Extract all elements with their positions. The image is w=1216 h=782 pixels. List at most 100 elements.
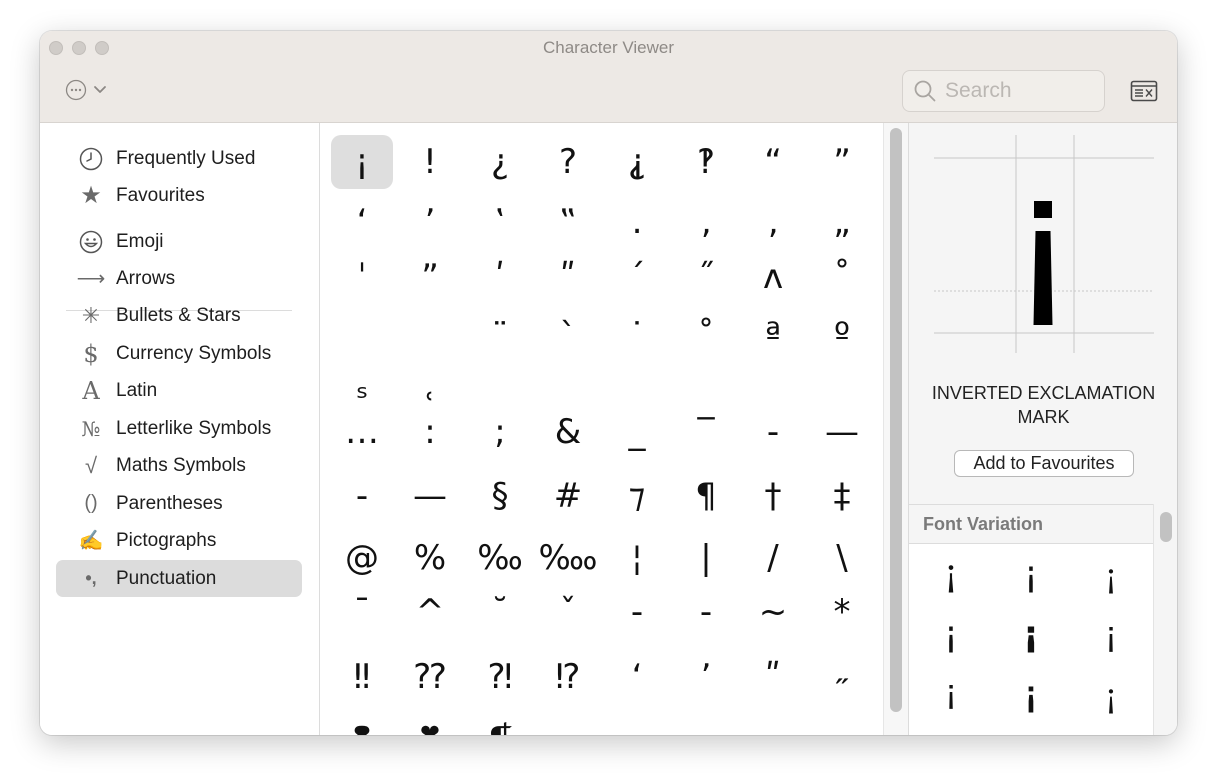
character-cell[interactable]: - — [675, 585, 737, 639]
character-cell[interactable]: ’ — [399, 195, 461, 249]
font-variation-cell[interactable]: ¡ — [1071, 664, 1151, 724]
character-cell[interactable]: - — [742, 405, 804, 459]
character-cell[interactable]: ⁊ — [606, 469, 668, 523]
sidebar-item-currency-symbols[interactable]: $ Currency Symbols — [56, 335, 302, 372]
character-cell[interactable]: ¨ — [469, 309, 531, 363]
character-cell[interactable]: ª — [742, 309, 804, 363]
character-cell[interactable]: ❡ — [469, 713, 531, 735]
character-cell[interactable]: ˝ — [675, 250, 737, 304]
character-cell[interactable]: ‡ — [811, 469, 873, 523]
character-cell[interactable]: # — [537, 469, 599, 523]
character-cell[interactable]: ˇ — [537, 585, 599, 639]
character-cell[interactable]: * — [811, 585, 873, 639]
character-cell[interactable]: “ — [742, 135, 804, 189]
character-cell[interactable]: ʺ — [742, 650, 804, 704]
character-cell[interactable]: ⁈ — [469, 650, 531, 704]
character-cell[interactable]: _ — [606, 405, 668, 459]
character-cell[interactable]: @ — [331, 531, 393, 585]
character-cell[interactable]: † — [742, 469, 804, 523]
character-cell[interactable]: ʹ — [469, 250, 531, 304]
action-menu-button[interactable] — [65, 79, 107, 101]
character-cell[interactable]: ˮ — [399, 250, 461, 304]
font-variation-cell[interactable]: ¡ — [1071, 604, 1151, 664]
search-input[interactable] — [945, 79, 1095, 103]
character-cell[interactable]: … — [331, 405, 393, 459]
character-cell[interactable]: ‛ — [469, 195, 531, 249]
character-cell[interactable]: º — [811, 309, 873, 363]
character-cell[interactable]: ❢ — [331, 713, 393, 735]
font-variation-cell[interactable]: ¡ — [1071, 544, 1151, 604]
font-variation-scrollbar[interactable] — [1153, 504, 1177, 735]
sidebar-item-arrows[interactable]: ⟶ Arrows — [56, 260, 302, 297]
character-cell[interactable]: ¡ — [331, 135, 393, 189]
font-variation-cell[interactable]: ¡ — [911, 604, 991, 664]
font-variation-scroll-thumb[interactable] — [1160, 512, 1172, 542]
sidebar-item-frequently-used[interactable]: Frequently Used — [56, 140, 302, 177]
character-cell[interactable]: — — [811, 405, 873, 459]
character-cell[interactable]: | — [675, 531, 737, 585]
font-variation-cell[interactable]: ¡ — [991, 544, 1071, 604]
character-cell[interactable]: - — [606, 585, 668, 639]
character-cell[interactable]: ‚ — [675, 195, 737, 249]
character-cell[interactable]: ⁇ — [399, 650, 461, 704]
character-cell[interactable]: — — [399, 469, 461, 523]
character-cell[interactable]: ‾ — [675, 405, 737, 459]
sidebar-item-emoji[interactable]: Emoji — [56, 223, 302, 260]
sidebar-item-bullets-stars[interactable]: ✳ Bullets & Stars — [56, 297, 302, 334]
sidebar-item-latin[interactable]: A Latin — [56, 372, 302, 409]
character-cell[interactable]: ʺ — [537, 250, 599, 304]
character-cell[interactable]: ˈ — [331, 250, 393, 304]
character-cell[interactable]: ¿ — [469, 135, 531, 189]
character-cell[interactable]: ˙ — [606, 309, 668, 363]
character-cell[interactable]: ; — [469, 405, 531, 459]
character-cell[interactable]: / — [742, 531, 804, 585]
character-grid-scroll-thumb[interactable] — [890, 128, 902, 712]
character-cell[interactable]: ⸘ — [606, 135, 668, 189]
character-cell[interactable]: ʻ — [606, 650, 668, 704]
font-variation-cell[interactable]: ¡ — [911, 664, 991, 724]
character-cell[interactable]: ‰ — [469, 531, 531, 585]
add-to-favourites-button[interactable]: Add to Favourites — [954, 450, 1134, 477]
character-cell[interactable]: ❣ — [399, 713, 461, 735]
character-cell[interactable]: ? — [537, 135, 599, 189]
character-cell[interactable]: ^ — [399, 585, 461, 639]
font-variation-cell[interactable]: ¡ — [991, 664, 1071, 724]
character-cell[interactable]: ‘ — [331, 195, 393, 249]
character-cell[interactable]: ․ — [606, 195, 668, 249]
character-cell[interactable]: ~ — [742, 585, 804, 639]
sidebar-item-pictographs[interactable]: ✍ Pictographs — [56, 522, 302, 559]
character-cell[interactable]: ` — [537, 309, 599, 363]
character-cell[interactable]: ‱ — [537, 531, 599, 585]
character-cell[interactable]: ¯ — [331, 585, 393, 639]
character-cell[interactable]: ‽ — [675, 135, 737, 189]
character-cell[interactable]: ʼ — [675, 650, 737, 704]
character-cell[interactable]: - — [331, 469, 393, 523]
character-cell[interactable]: ‼ — [331, 650, 393, 704]
character-cell[interactable]: ˚ — [675, 309, 737, 363]
character-cell[interactable]: ‚ — [742, 195, 804, 249]
character-cell[interactable]: ” — [811, 135, 873, 189]
character-cell[interactable]: ‟ — [537, 195, 599, 249]
character-cell[interactable]: ˶ — [811, 650, 873, 704]
character-cell[interactable]: „ — [811, 195, 873, 249]
character-cell[interactable]: ¦ — [606, 531, 668, 585]
sidebar-item-letterlike-symbols[interactable]: № Letterlike Symbols — [56, 410, 302, 447]
character-cell[interactable]: & — [537, 405, 599, 459]
character-cell[interactable]: % — [399, 531, 461, 585]
character-cell[interactable]: ˊ — [606, 250, 668, 304]
keyboard-viewer-button[interactable] — [1130, 80, 1158, 107]
character-cell[interactable]: : — [399, 405, 461, 459]
character-cell[interactable]: \ — [811, 531, 873, 585]
character-cell[interactable]: ˚ — [811, 250, 873, 304]
search-field[interactable] — [902, 70, 1105, 112]
font-variation-cell[interactable]: ¡ — [911, 544, 991, 604]
sidebar-item-parentheses[interactable]: () Parentheses — [56, 485, 302, 522]
font-variation-cell[interactable]: ¡ — [991, 604, 1071, 664]
character-grid-scrollbar[interactable] — [883, 123, 908, 735]
sidebar-item-favourites[interactable]: ★ Favourites — [56, 177, 302, 214]
character-cell[interactable]: ⁉ — [537, 650, 599, 704]
character-cell[interactable]: § — [469, 469, 531, 523]
character-cell[interactable]: ¶ — [675, 469, 737, 523]
character-cell[interactable]: ʌ — [742, 250, 804, 304]
character-cell[interactable]: ! — [399, 135, 461, 189]
